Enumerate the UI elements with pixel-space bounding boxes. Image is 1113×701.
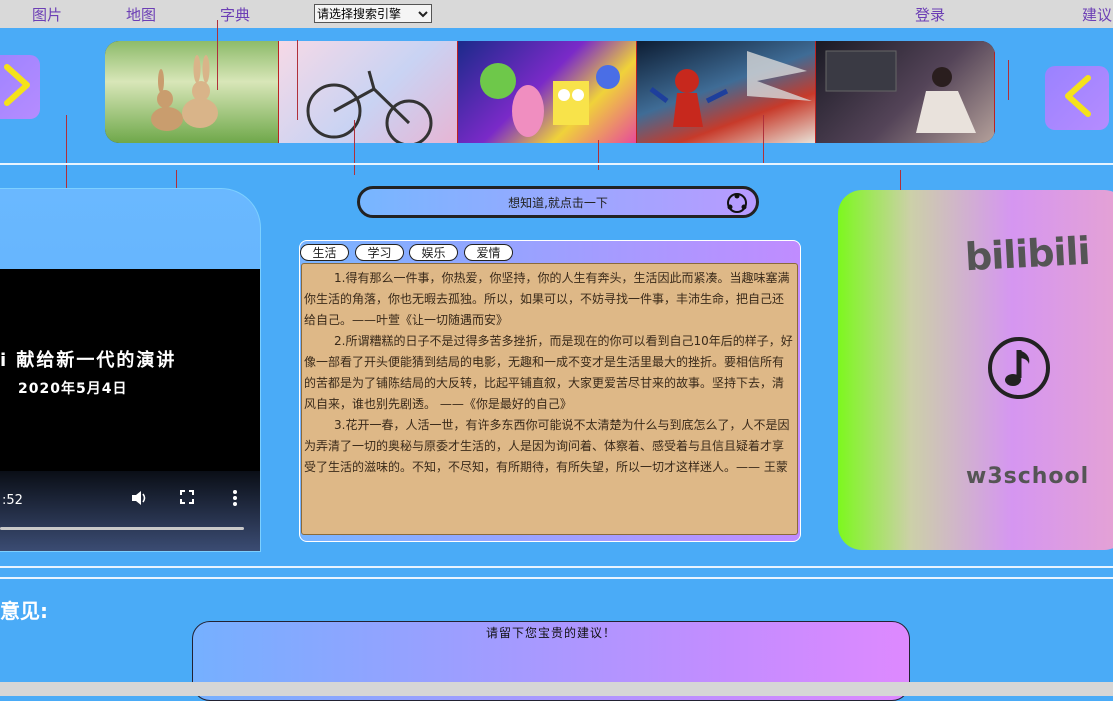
bilibili-logo[interactable]: bilibili <box>964 229 1091 279</box>
decorative-streak <box>297 40 298 120</box>
more-options-icon[interactable] <box>232 489 238 511</box>
video-title: i 献给新一代的演讲 <box>0 350 177 371</box>
top-nav-bar <box>0 0 1113 28</box>
content-paragraph-1: 1.得有那么一件事，你热爱，你坚持，你的人生有奔头，生活因此而紧凑。当趣味塞满你… <box>304 271 790 327</box>
decorative-streak <box>1008 60 1009 100</box>
tab-love[interactable]: 爱情 <box>464 244 513 261</box>
click-prompt-bar[interactable]: 想知道,就点击一下 <box>357 186 759 218</box>
carousel-image-girl-room[interactable] <box>816 41 995 143</box>
chevron-left-icon <box>1062 74 1092 122</box>
tab-entertainment[interactable]: 娱乐 <box>409 244 458 261</box>
video-player[interactable]: i 献给新一代的演讲 2020年5月4日 :52 <box>0 188 261 552</box>
video-progress-bar[interactable] <box>0 527 244 530</box>
chevron-right-icon <box>3 63 33 111</box>
image-carousel[interactable] <box>105 41 995 143</box>
decorative-streak <box>763 115 764 165</box>
tab-study[interactable]: 学习 <box>355 244 404 261</box>
nav-link-pictures[interactable]: 图片 <box>32 4 62 25</box>
search-engine-select[interactable]: 请选择搜索引擎 <box>314 4 432 23</box>
divider-line <box>0 566 1113 568</box>
tab-life[interactable]: 生活 <box>300 244 349 261</box>
content-paragraph-2: 2.所谓糟糕的日子不是过得多苦多挫折，而是现在的你可以看到自己10年后的样子，好… <box>304 334 793 411</box>
w3school-caption: w3school <box>966 464 1090 489</box>
divider-line <box>0 163 1113 165</box>
chevron-down-icon <box>418 8 428 22</box>
bottom-scrollbar[interactable] <box>0 682 1113 696</box>
tab-content: 1.得有那么一件事，你热爱，你坚持，你的人生有奔头，生活因此而紧凑。当趣味塞满你… <box>301 263 798 535</box>
search-engine-select-value: 请选择搜索引擎 <box>317 7 402 21</box>
feedback-label: 意见: <box>0 599 48 623</box>
decorative-streak <box>598 140 599 170</box>
divider-line <box>0 577 1113 579</box>
nav-link-maps[interactable]: 地图 <box>126 4 156 25</box>
share-icon[interactable] <box>724 192 750 217</box>
video-date: 2020年5月4日 <box>18 381 128 397</box>
video-time: :52 <box>2 493 23 508</box>
content-paragraph-3: 3.花开一春，人活一世，有许多东西你可能说不太清楚为什么与到底怎么了，人不是因为… <box>304 418 790 474</box>
carousel-image-spongebob[interactable] <box>458 41 637 143</box>
click-prompt-text: 想知道,就点击一下 <box>508 195 608 210</box>
carousel-image-rabbits[interactable] <box>105 41 279 143</box>
banner-prev-button[interactable] <box>1045 66 1109 130</box>
carousel-image-bicycle[interactable] <box>279 41 458 143</box>
decorative-streak <box>354 120 355 175</box>
nav-link-dictionary[interactable]: 字典 <box>220 4 250 25</box>
suggest-link[interactable]: 建议 <box>1082 4 1112 25</box>
banner-next-button[interactable] <box>0 55 40 119</box>
fullscreen-icon[interactable] <box>179 489 195 509</box>
feedback-placeholder: 请留下您宝贵的建议！ <box>485 626 616 640</box>
login-link[interactable]: 登录 <box>915 4 945 25</box>
volume-icon[interactable] <box>130 489 148 511</box>
decorative-streak <box>217 20 218 90</box>
carousel-image-spiderman[interactable] <box>637 41 816 143</box>
video-controls: :52 <box>0 471 260 551</box>
music-note-icon <box>987 336 1051 404</box>
